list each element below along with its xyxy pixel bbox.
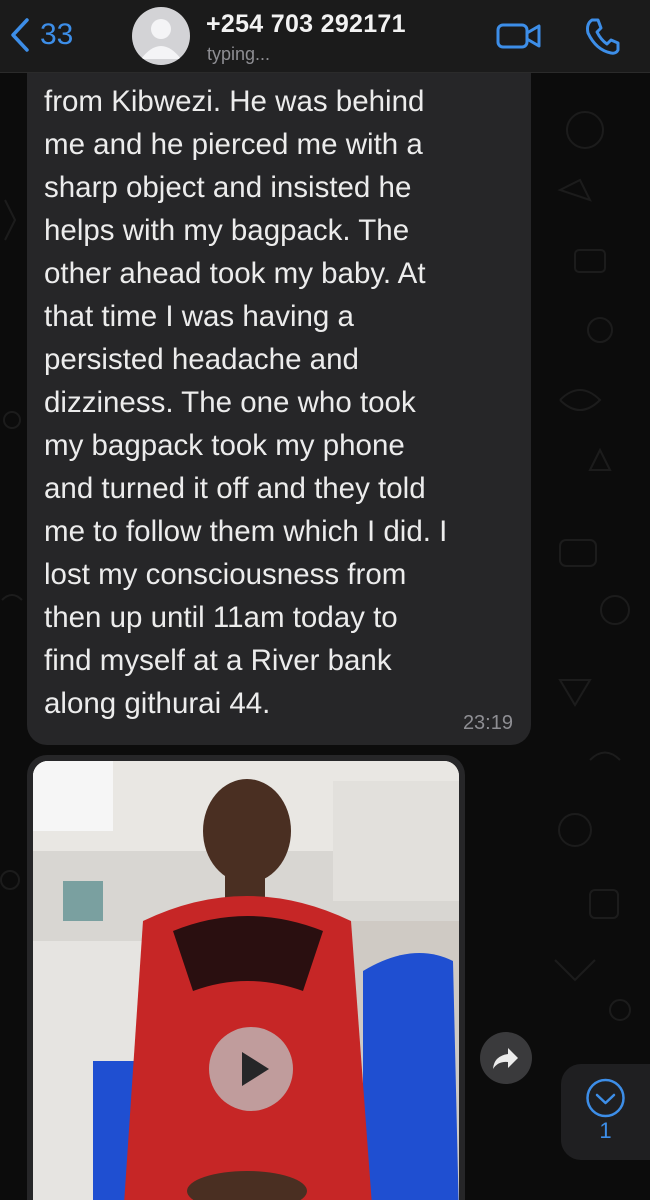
message-timestamp: 23:19 xyxy=(462,712,513,734)
contact-status: typing... xyxy=(207,44,271,64)
chat-header: 33 +254 703 292171 typing... xyxy=(0,0,650,73)
voice-call-button[interactable] xyxy=(584,16,620,56)
back-button[interactable]: 33 xyxy=(10,12,73,58)
video-call-button[interactable] xyxy=(496,20,542,52)
forward-button[interactable] xyxy=(480,1032,532,1084)
avatar[interactable] xyxy=(132,7,190,65)
message-bubble[interactable]: from Kibwezi. He was behind me and he pi… xyxy=(27,50,531,745)
phone-icon xyxy=(586,18,620,55)
message-text: from Kibwezi. He was behind me and he pi… xyxy=(44,85,448,720)
video-message-bubble[interactable] xyxy=(27,755,465,1200)
contact-name[interactable]: +254 703 292171 xyxy=(206,10,406,39)
video-camera-icon xyxy=(496,23,541,49)
chat-screen: 33 +254 703 292171 typing... from Kibwez… xyxy=(0,0,650,1200)
video-thumbnail-image xyxy=(33,761,459,1200)
scroll-to-bottom-button[interactable]: 1 xyxy=(561,1064,650,1160)
avatar-placeholder-icon xyxy=(141,19,181,59)
play-button[interactable] xyxy=(209,1027,293,1111)
unread-chats-count: 33 xyxy=(40,18,74,51)
chevron-left-icon xyxy=(11,18,29,52)
unread-message-count: 1 xyxy=(599,1118,612,1143)
chevron-down-icon xyxy=(586,1078,625,1118)
video-thumbnail[interactable] xyxy=(33,761,459,1200)
play-icon xyxy=(242,1052,269,1086)
share-forward-icon xyxy=(493,1048,518,1069)
